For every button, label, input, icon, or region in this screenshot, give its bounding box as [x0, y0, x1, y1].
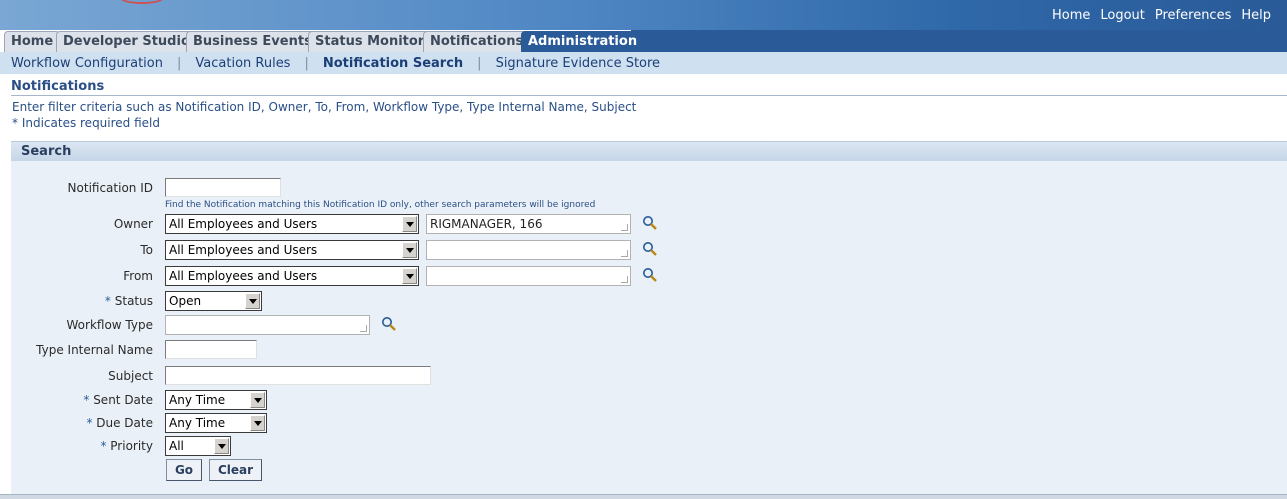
from-select[interactable]: All Employees and Users: [165, 266, 419, 286]
dropdown-arrow-icon: [214, 438, 229, 454]
owner-select-value: All Employees and Users: [169, 217, 318, 231]
required-star: *: [104, 294, 111, 308]
status-select-value: Open: [169, 294, 202, 308]
search-icon[interactable]: [642, 215, 658, 231]
header-banner: Home Logout Preferences Help: [0, 0, 1287, 30]
search-header: Search: [11, 141, 1287, 161]
notification-id-hint: Find the Notification matching this Noti…: [165, 200, 596, 210]
global-preferences-link[interactable]: Preferences: [1155, 8, 1231, 23]
global-help-link[interactable]: Help: [1241, 8, 1271, 23]
search-icon[interactable]: [642, 267, 658, 283]
due-date-select-value: Any Time: [169, 416, 226, 430]
to-input[interactable]: [426, 240, 631, 260]
subtab-vacation-rules[interactable]: Vacation Rules: [195, 56, 290, 71]
subtab-signature-evidence-store[interactable]: Signature Evidence Store: [496, 56, 661, 71]
owner-select[interactable]: All Employees and Users: [165, 214, 419, 234]
subtab-separator: |: [177, 55, 182, 71]
status-label-text: Status: [114, 294, 153, 308]
due-date-label: * Due Date: [11, 416, 153, 430]
dropdown-arrow-icon: [402, 268, 417, 284]
subtab-notification-search[interactable]: Notification Search: [323, 56, 463, 71]
notification-id-input[interactable]: [165, 178, 281, 197]
sent-date-label-text: Sent Date: [93, 393, 153, 407]
tab-bar-line: [631, 30, 1287, 52]
tab-bar: Home Developer Studio Business Events St…: [0, 30, 1287, 52]
status-label: * Status: [11, 294, 153, 308]
subject-input[interactable]: [165, 366, 431, 385]
tab-developer-studio[interactable]: Developer Studio: [56, 31, 197, 52]
due-date-select[interactable]: Any Time: [165, 413, 267, 433]
required-star: *: [86, 416, 93, 430]
dropdown-arrow-icon: [245, 293, 260, 309]
search-icon[interactable]: [381, 316, 397, 332]
priority-select-value: All: [169, 439, 184, 453]
priority-label-text: Priority: [110, 439, 153, 453]
owner-input[interactable]: RIGMANAGER, 166: [426, 214, 631, 234]
tab-business-events[interactable]: Business Events: [186, 31, 319, 52]
from-select-value: All Employees and Users: [169, 269, 318, 283]
dropdown-arrow-icon: [402, 242, 417, 258]
dropdown-arrow-icon: [250, 415, 265, 431]
due-date-label-text: Due Date: [96, 416, 153, 430]
tab-administration[interactable]: Administration: [521, 31, 645, 52]
to-select[interactable]: All Employees and Users: [165, 240, 419, 260]
sent-date-select-value: Any Time: [169, 393, 226, 407]
dropdown-arrow-icon: [250, 392, 265, 408]
subtab-workflow-configuration[interactable]: Workflow Configuration: [11, 56, 163, 71]
page-bottom-divider: [0, 494, 1287, 499]
search-icon[interactable]: [642, 241, 658, 257]
from-input[interactable]: [426, 266, 631, 286]
sent-date-label: * Sent Date: [11, 393, 153, 407]
type-internal-name-input[interactable]: [165, 340, 257, 359]
instruction-text: Enter filter criteria such as Notificati…: [12, 100, 637, 114]
subject-label: Subject: [108, 369, 153, 383]
tab-status-monitor[interactable]: Status Monitor: [308, 31, 432, 52]
priority-label: * Priority: [11, 439, 153, 453]
clear-button[interactable]: Clear: [209, 459, 262, 481]
owner-label: Owner: [113, 217, 153, 231]
tab-home[interactable]: Home: [4, 31, 61, 52]
global-home-link[interactable]: Home: [1052, 8, 1090, 23]
dropdown-arrow-icon: [402, 216, 417, 232]
subtab-separator: |: [304, 55, 309, 71]
page-title: Notifications: [11, 79, 105, 94]
subtab-separator: |: [477, 55, 482, 71]
from-label: From: [123, 269, 153, 283]
title-divider: [11, 95, 1287, 96]
global-logout-link[interactable]: Logout: [1100, 8, 1145, 23]
workflow-type-input[interactable]: [165, 315, 370, 335]
required-star: *: [100, 439, 107, 453]
to-label: To: [140, 243, 153, 257]
subtab-bar: Workflow Configuration | Vacation Rules …: [0, 52, 1287, 74]
required-star: *: [83, 393, 90, 407]
global-links: Home Logout Preferences Help: [1052, 8, 1271, 23]
status-select[interactable]: Open: [165, 291, 262, 311]
sent-date-select[interactable]: Any Time: [165, 390, 267, 410]
priority-select[interactable]: All: [165, 436, 231, 456]
type-internal-name-label: Type Internal Name: [36, 343, 153, 357]
tab-notifications[interactable]: Notifications: [423, 31, 531, 52]
to-select-value: All Employees and Users: [169, 243, 318, 257]
go-button[interactable]: Go: [166, 459, 202, 481]
required-field-note: * Indicates required field: [12, 116, 161, 130]
workflow-type-label: Workflow Type: [66, 318, 153, 332]
notification-id-label: Notification ID: [67, 181, 153, 195]
